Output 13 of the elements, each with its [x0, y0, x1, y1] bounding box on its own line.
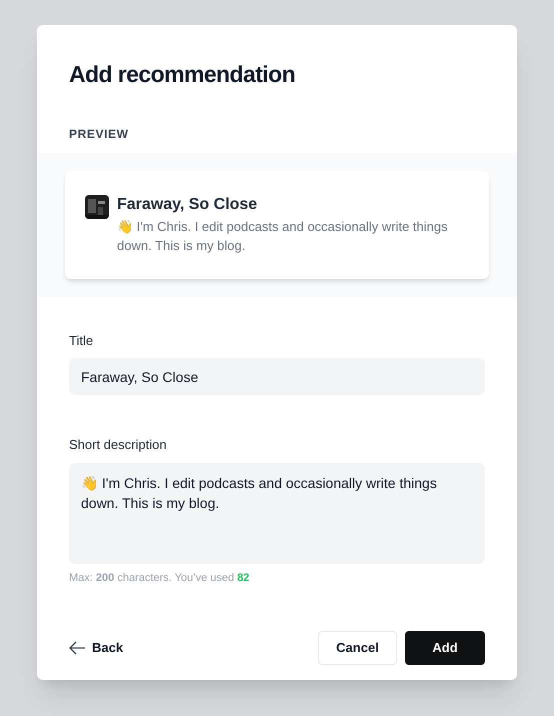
character-count-hint: Max: 200 characters. You’ve used 82 [68, 570, 250, 586]
description-field[interactable]: 👋 I'm Chris. I edit podcasts and occasionally write things down. This is my blog. [69, 462, 485, 564]
dialog-title: Add recommendation [68, 60, 296, 89]
field-label: Short description [69, 436, 168, 454]
back-button[interactable]: Back [69, 638, 124, 658]
add-button[interactable]: Add [405, 631, 485, 665]
arrow-left-icon [69, 641, 86, 655]
preview-label: PREVIEW [68, 126, 130, 142]
card-description: 👋 I'm Chris. I edit podcasts and occasionally write things down. This is my blog. [117, 218, 449, 254]
field-label: Title [69, 332, 94, 350]
card-title: Faraway, So Close [117, 194, 258, 214]
cancel-button[interactable]: Cancel [318, 631, 397, 665]
title-field[interactable]: Faraway, So Close [69, 358, 485, 395]
